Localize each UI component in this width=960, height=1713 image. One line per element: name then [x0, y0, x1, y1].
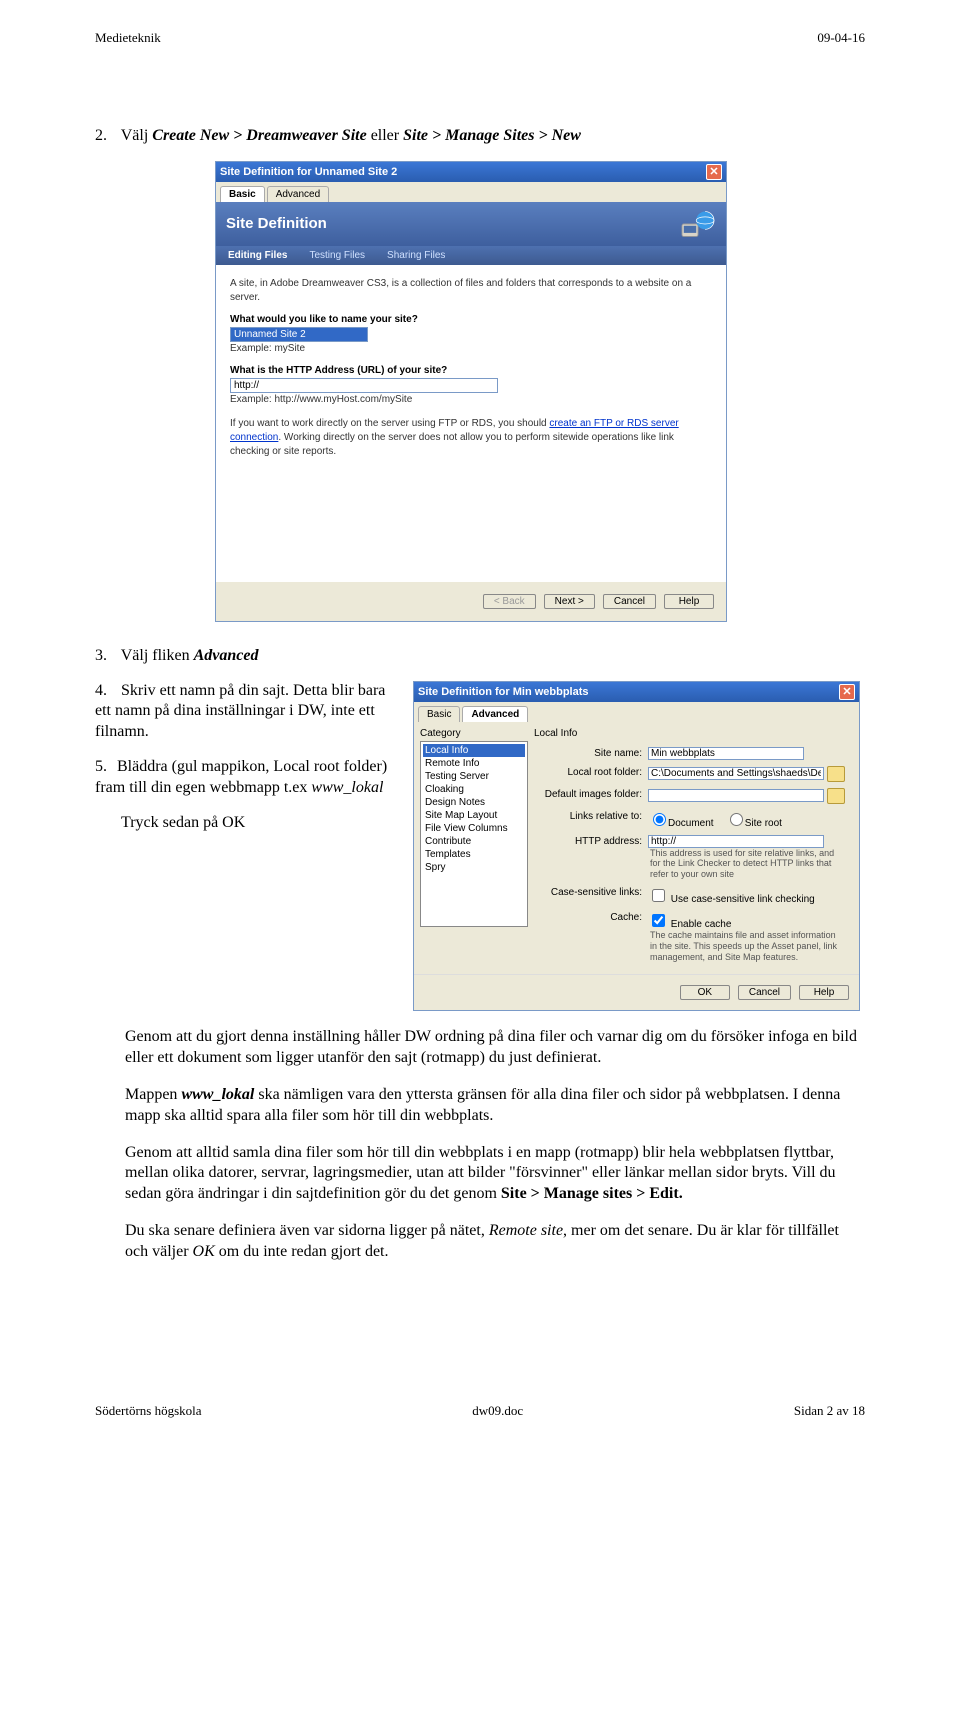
paragraph-3: Genom att alltid samla dina filer som hö… [125, 1143, 865, 1205]
ftp-note: If you want to work directly on the serv… [230, 417, 712, 459]
http-label: HTTP address: [534, 835, 642, 847]
step-3: 3. Välj fliken Advanced [95, 646, 865, 667]
sitename-input[interactable] [230, 327, 368, 342]
globe-icon [680, 208, 716, 240]
help-button[interactable]: Help [664, 594, 714, 609]
step-5: 5.Bläddra (gul mappikon, Local root fold… [95, 757, 395, 799]
site-definition-basic-dialog: Site Definition for Unnamed Site 2 ✕ Bas… [215, 161, 727, 622]
footer-center: dw09.doc [472, 1403, 523, 1419]
cat-templates[interactable]: Templates [423, 848, 525, 861]
radio-site-root[interactable]: Site root [725, 818, 782, 829]
dialog1-titlebar: Site Definition for Unnamed Site 2 ✕ [216, 162, 726, 182]
panel-title: Local Info [534, 728, 853, 739]
page-header: Medieteknik 09-04-16 [95, 30, 865, 46]
dialog1-title: Site Definition for Unnamed Site 2 [220, 166, 397, 178]
tab-advanced[interactable]: Advanced [267, 186, 329, 202]
category-label: Category [420, 728, 528, 739]
cat-remote-info[interactable]: Remote Info [423, 757, 525, 770]
subtab-testing[interactable]: Testing Files [309, 250, 365, 261]
cat-contribute[interactable]: Contribute [423, 835, 525, 848]
root-folder-input[interactable] [648, 767, 824, 780]
dialog1-body: A site, in Adobe Dreamweaver CS3, is a c… [216, 265, 726, 581]
example2: Example: http://www.myHost.com/mySite [230, 393, 712, 407]
page-footer: Södertörns högskola dw09.doc Sidan 2 av … [95, 1403, 865, 1419]
case-label: Case-sensitive links: [534, 886, 642, 898]
wizard-title: Site Definition [226, 215, 327, 232]
http-input[interactable] [230, 378, 498, 393]
header-left: Medieteknik [95, 30, 161, 46]
dialog1-tabs: Basic Advanced [216, 182, 726, 202]
footer-left: Södertörns högskola [95, 1403, 202, 1419]
back-button: < Back [483, 594, 536, 609]
step-2: 2. Välj Create New > Dreamweaver Site el… [95, 126, 865, 147]
subtab-sharing[interactable]: Sharing Files [387, 250, 445, 261]
images-folder-input[interactable] [648, 789, 824, 802]
q-sitename: What would you like to name your site? [230, 313, 712, 327]
left-text-col: 4. Skriv ett namn på din sajt. Detta bli… [95, 681, 395, 848]
help-button[interactable]: Help [799, 985, 849, 1000]
radio-document[interactable]: Document [648, 818, 714, 829]
tab-advanced[interactable]: Advanced [462, 706, 528, 722]
cat-cloaking[interactable]: Cloaking [423, 783, 525, 796]
wizard-subtabs: Editing Files Testing Files Sharing File… [216, 246, 726, 265]
cat-local-info[interactable]: Local Info [423, 744, 525, 757]
cache-note: The cache maintains file and asset infor… [650, 930, 840, 962]
wizard-header: Site Definition [216, 202, 726, 246]
root-folder-label: Local root folder: [534, 766, 642, 778]
next-button[interactable]: Next > [544, 594, 595, 609]
browse-folder-icon[interactable] [827, 766, 845, 782]
dialog2-titlebar: Site Definition for Min webbplats ✕ [414, 682, 859, 702]
step-4: 4. Skriv ett namn på din sajt. Detta bli… [95, 681, 395, 743]
cat-spry[interactable]: Spry [423, 861, 525, 874]
cancel-button[interactable]: Cancel [603, 594, 656, 609]
dialog2-buttons: OK Cancel Help [414, 974, 859, 1010]
http-address-input[interactable] [648, 835, 824, 848]
browse-folder-icon[interactable] [827, 788, 845, 804]
cat-file-view[interactable]: File View Columns [423, 822, 525, 835]
site-definition-advanced-dialog: Site Definition for Min webbplats ✕ Basi… [413, 681, 860, 1012]
q-http: What is the HTTP Address (URL) of your s… [230, 364, 712, 378]
links-relative-label: Links relative to: [534, 810, 642, 822]
header-right: 09-04-16 [817, 30, 865, 46]
cache-label: Cache: [534, 911, 642, 923]
cat-testing-server[interactable]: Testing Server [423, 770, 525, 783]
images-folder-label: Default images folder: [534, 788, 642, 800]
site-name-input[interactable] [648, 747, 804, 760]
dialog2-tabs: Basic Advanced [414, 702, 859, 722]
cache-checkbox[interactable]: Enable cache [648, 919, 731, 930]
case-checkbox[interactable]: Use case-sensitive link checking [648, 894, 815, 905]
paragraph-1: Genom att du gjort denna inställning hål… [125, 1027, 865, 1069]
close-icon[interactable]: ✕ [706, 164, 722, 180]
close-icon[interactable]: ✕ [839, 684, 855, 700]
step-5-ok: Tryck sedan på OK [121, 813, 395, 834]
cat-design-notes[interactable]: Design Notes [423, 796, 525, 809]
intro-text: A site, in Adobe Dreamweaver CS3, is a c… [230, 277, 712, 305]
dialog1-buttons: < Back Next > Cancel Help [216, 581, 726, 621]
ok-button[interactable]: OK [680, 985, 730, 1000]
cat-site-map[interactable]: Site Map Layout [423, 809, 525, 822]
category-list[interactable]: Local Info Remote Info Testing Server Cl… [420, 741, 528, 927]
dialog2-body: Category Local Info Remote Info Testing … [414, 722, 859, 975]
http-note: This address is used for site relative l… [650, 848, 840, 880]
example1: Example: mySite [230, 342, 712, 356]
paragraph-2: Mappen www_lokal ska nämligen vara den y… [125, 1085, 865, 1127]
footer-right: Sidan 2 av 18 [794, 1403, 865, 1419]
subtab-editing[interactable]: Editing Files [228, 250, 287, 261]
tab-basic[interactable]: Basic [220, 186, 265, 202]
paragraph-4: Du ska senare definiera även var sidorna… [125, 1221, 865, 1263]
dialog2-title: Site Definition for Min webbplats [418, 686, 589, 698]
cancel-button[interactable]: Cancel [738, 985, 791, 1000]
site-name-label: Site name: [534, 747, 642, 759]
tab-basic[interactable]: Basic [418, 706, 460, 722]
